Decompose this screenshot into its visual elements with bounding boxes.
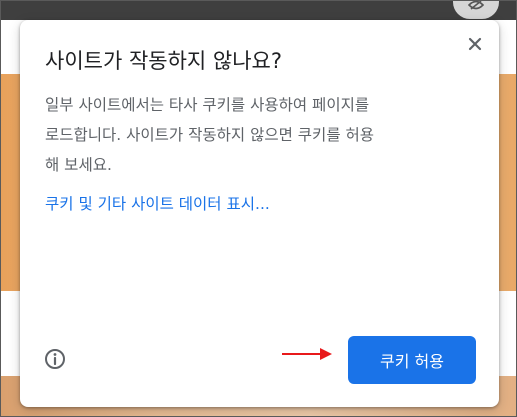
arrow-right-icon xyxy=(282,348,332,360)
browser-viewport: 사이트가 작동하지 않나요? 일부 사이트에서는 타사 쿠키를 사용하여 페이지… xyxy=(0,0,517,417)
site-not-working-dialog: 사이트가 작동하지 않나요? 일부 사이트에서는 타사 쿠키를 사용하여 페이지… xyxy=(20,20,499,407)
dialog-description: 일부 사이트에서는 타사 쿠키를 사용하여 페이지를 로드합니다. 사이트가 작… xyxy=(45,90,475,180)
close-button[interactable] xyxy=(463,32,487,56)
eye-icon xyxy=(468,1,484,10)
browser-top-bar xyxy=(1,1,516,20)
info-icon[interactable] xyxy=(44,348,66,370)
dialog-title: 사이트가 작동하지 않나요? xyxy=(45,49,283,73)
close-icon xyxy=(468,37,482,51)
description-line-3: 해 보세요. xyxy=(45,156,112,174)
allow-cookies-button[interactable]: 쿠키 허용 xyxy=(348,336,476,384)
show-cookies-link[interactable]: 쿠키 및 기타 사이트 데이터 표시... xyxy=(45,192,270,214)
description-line-1: 일부 사이트에서는 타사 쿠키를 사용하여 페이지를 xyxy=(45,96,370,114)
description-line-2: 로드합니다. 사이트가 작동하지 않으면 쿠키를 허용 xyxy=(45,126,375,144)
